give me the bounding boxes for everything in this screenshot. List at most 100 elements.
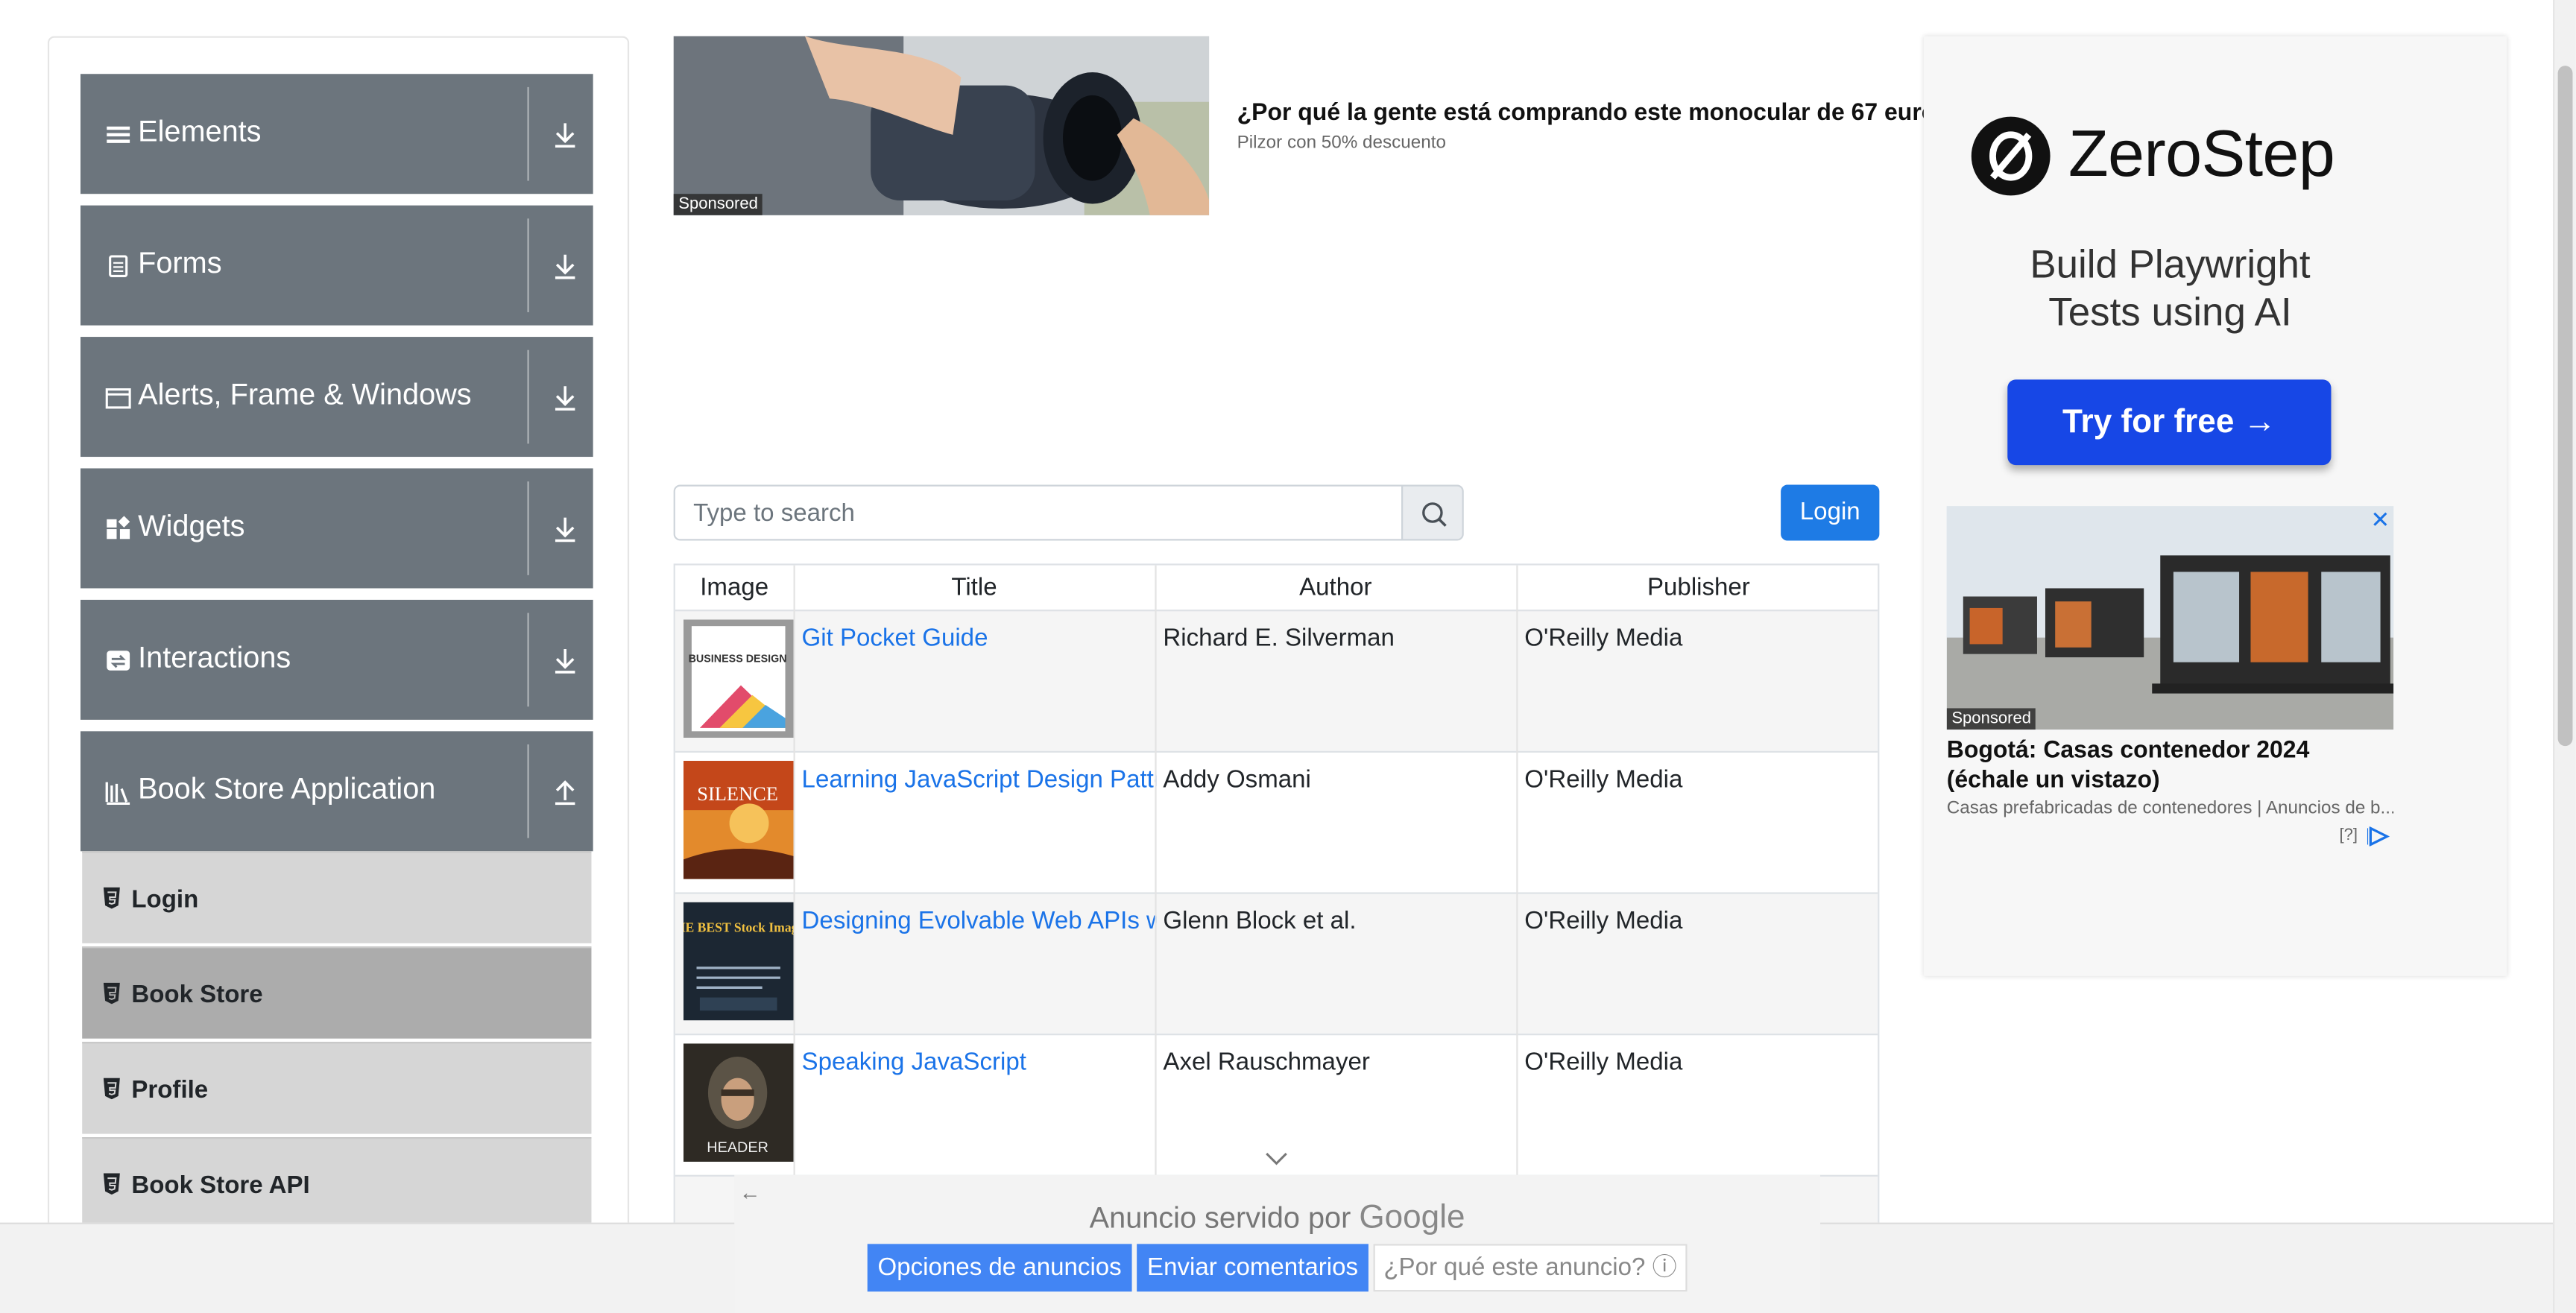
scrollbar-thumb[interactable] [2557, 66, 2573, 747]
book-publisher: O'Reilly Media [1524, 907, 1683, 935]
login-button[interactable]: Login [1781, 484, 1880, 541]
try-for-free-button[interactable]: Try for free → [2007, 379, 2332, 466]
sidebar-item-label: Book Store API [131, 1171, 310, 1200]
book-title-link[interactable]: Learning JavaScript Design Patterns [802, 766, 1157, 794]
divider [527, 744, 529, 838]
nav-group-label: Widgets [138, 509, 245, 542]
search-button[interactable] [1401, 484, 1464, 541]
html5-icon [103, 887, 120, 909]
column-divider [1155, 565, 1157, 1253]
ad-headline[interactable]: Bogotá: Casas contenedor 2024 (échale un… [1947, 736, 2393, 795]
sidebar-item-label: Book Store [131, 981, 263, 1009]
book-publisher: O'Reilly Media [1524, 1048, 1683, 1077]
divider [527, 86, 529, 181]
ad-help-link[interactable]: [?] [2339, 826, 2358, 844]
html5-icon [103, 1173, 120, 1195]
adchoices-icon[interactable] [2367, 826, 2390, 847]
download-icon [555, 517, 575, 542]
book-publisher: O'Reilly Media [1524, 624, 1683, 653]
column-header-author[interactable]: Author [1155, 566, 1516, 612]
book-author: Axel Rauschmayer [1163, 1048, 1370, 1077]
download-icon [555, 649, 575, 674]
sidebar-item-label: Login [131, 885, 199, 914]
nav-group-label: Interactions [138, 641, 291, 674]
book-author: Richard E. Silverman [1163, 624, 1395, 653]
sponsored-label: Sponsored [673, 194, 763, 215]
table-row: THE BEST Stock Images Designing Evolvabl… [675, 892, 1878, 1034]
nav-group-forms[interactable]: Forms [80, 205, 593, 326]
book-title-link[interactable]: Speaking JavaScript [802, 1048, 1157, 1076]
window-icon [105, 388, 131, 409]
container-houses-image [1946, 506, 2394, 730]
nav-group-label: Book Store Application [138, 772, 436, 806]
column-divider [793, 565, 795, 1253]
ad-served-by: Anuncio servido por Google [734, 1200, 1820, 1238]
nav-group-widgets[interactable]: Widgets [80, 468, 593, 589]
sponsored-label: Sponsored [1946, 708, 2036, 730]
zerostep-logo-icon [1971, 116, 2051, 196]
download-icon [555, 123, 575, 148]
book-cover-image: HEADER [683, 1043, 794, 1162]
chevron-down-icon[interactable] [1265, 1151, 1288, 1167]
column-header-publisher[interactable]: Publisher [1516, 566, 1878, 612]
hamburger-icon [107, 126, 130, 143]
book-author: Addy Osmani [1163, 765, 1311, 794]
cover-text: HEADER [707, 1139, 768, 1156]
nav-group-book-store-application[interactable]: Book Store Application [80, 731, 593, 852]
ad-image-container-houses[interactable]: Sponsored [1946, 506, 2394, 730]
sidebar-item-login[interactable]: Login [82, 851, 592, 943]
zerostep-tagline: Tests using AI [2048, 291, 2292, 335]
download-icon [555, 254, 575, 279]
book-title-link[interactable]: Git Pocket Guide [802, 624, 1157, 652]
send-feedback-button[interactable]: Enviar comentarios [1137, 1244, 1368, 1292]
sidebar-item-book-store-api[interactable]: Book Store API [82, 1136, 592, 1230]
sidebar-item-book-store[interactable]: Book Store [82, 946, 592, 1039]
cover-text: THE BEST Stock Images [684, 920, 794, 934]
column-divider [1516, 565, 1518, 1253]
form-icon [109, 255, 128, 278]
ad-headline[interactable]: ¿Por qué la gente está comprando este mo… [1237, 101, 1924, 127]
widgets-icon [107, 516, 130, 540]
book-cover-image: SILENCE [683, 761, 794, 879]
close-icon[interactable]: ✕ [2370, 506, 2390, 534]
monocular-image [673, 36, 1210, 215]
cover-text: SILENCE [697, 782, 778, 805]
search-icon [1422, 502, 1447, 527]
column-header-image[interactable]: Image [675, 566, 794, 612]
html5-icon [103, 982, 120, 1004]
nav-group-label: Alerts, Frame & Windows [138, 378, 472, 411]
library-icon [105, 782, 130, 805]
upload-icon [555, 780, 575, 806]
book-publisher: O'Reilly Media [1524, 765, 1683, 794]
interactions-icon [107, 651, 130, 671]
why-this-ad-button[interactable]: ¿Por qué este anuncio? ⓘ [1373, 1244, 1688, 1292]
book-cover-image: BUSINESS DESIGN [683, 619, 794, 738]
book-title-link[interactable]: Designing Evolvable Web APIs with ASP.NE… [802, 907, 1157, 934]
book-cover-image: THE BEST Stock Images [683, 902, 794, 1021]
cover-text: BUSINESS DESIGN [689, 654, 787, 665]
google-logo: Google [1359, 1199, 1465, 1236]
table-row: BUSINESS DESIGN Git Pocket Guide Richard… [675, 610, 1878, 751]
divider [527, 218, 529, 312]
nav-group-interactions[interactable]: Interactions [80, 599, 593, 720]
ad-subtitle: Pilzor con 50% descuento [1237, 133, 1446, 154]
ad-subtitle: Casas prefabricadas de contenedores | An… [1946, 798, 2394, 819]
zerostep-brand: ZeroStep [2068, 118, 2335, 191]
table-row: SILENCE Learning JavaScript Design Patte… [675, 750, 1878, 893]
nav-group-label: Elements [138, 115, 262, 148]
sidebar-item-profile[interactable]: Profile [82, 1042, 592, 1134]
download-icon [555, 386, 575, 411]
nav-group-label: Forms [138, 246, 222, 279]
sidebar-item-label: Profile [131, 1076, 209, 1104]
nav-group-elements[interactable]: Elements [80, 74, 593, 194]
served-by-text: Anuncio servido por [1089, 1201, 1351, 1235]
search-input[interactable] [673, 484, 1404, 541]
divider [527, 481, 529, 575]
ad-options-button[interactable]: Opciones de anuncios [867, 1244, 1132, 1292]
column-header-title[interactable]: Title [794, 566, 1155, 612]
nav-group-alerts-frame-windows[interactable]: Alerts, Frame & Windows [80, 337, 593, 458]
html5-icon [103, 1078, 120, 1100]
ad-image-monocular[interactable]: Sponsored [673, 36, 1210, 215]
divider [527, 349, 529, 444]
divider [527, 613, 529, 707]
